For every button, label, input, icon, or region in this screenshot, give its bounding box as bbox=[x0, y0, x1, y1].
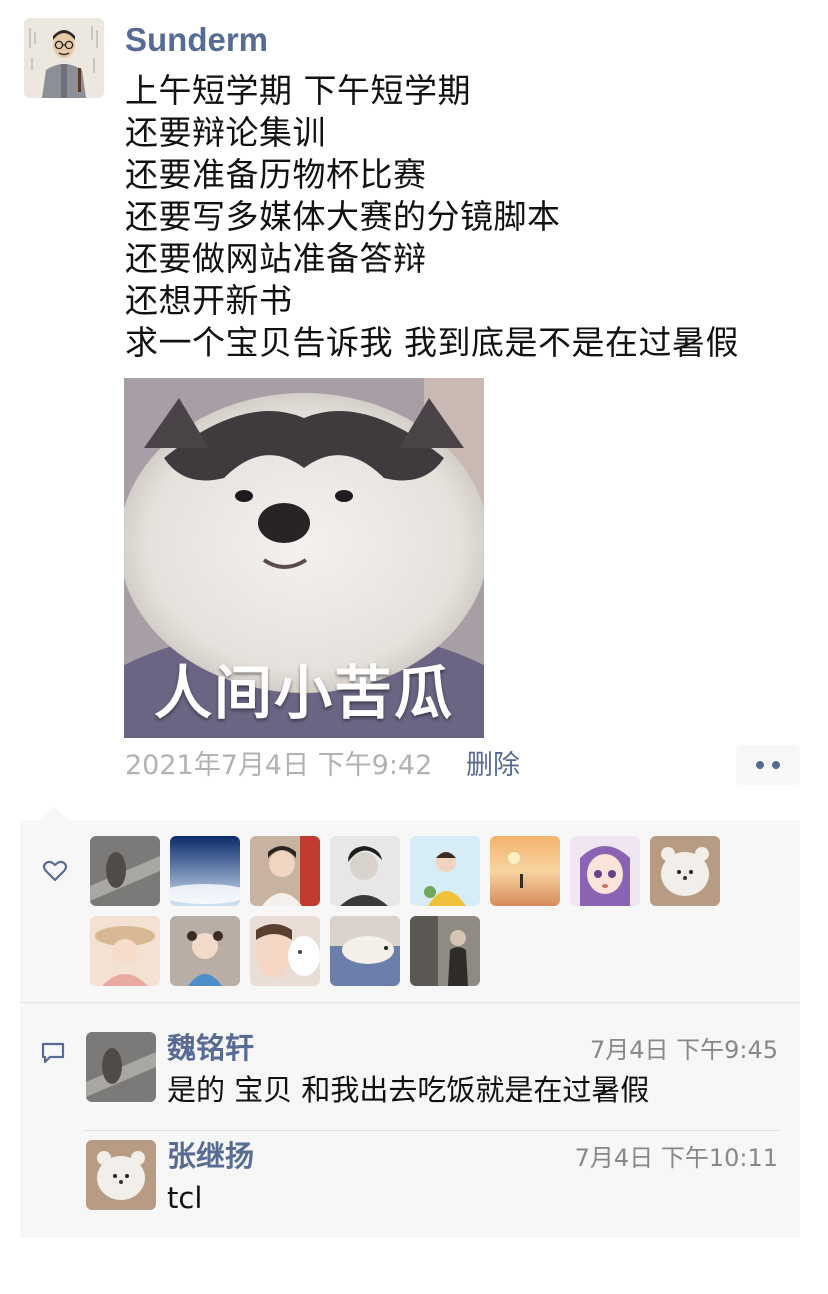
avatar-photo bbox=[410, 836, 480, 906]
commenter-avatar[interactable] bbox=[86, 1032, 156, 1102]
avatar-photo bbox=[170, 916, 240, 986]
dot-icon bbox=[772, 761, 780, 769]
more-actions-button[interactable] bbox=[736, 745, 800, 785]
avatar-photo bbox=[490, 836, 560, 906]
like-avatar[interactable] bbox=[410, 916, 480, 986]
like-avatar[interactable] bbox=[490, 836, 560, 906]
like-avatar[interactable] bbox=[250, 836, 320, 906]
commenter-avatar[interactable] bbox=[86, 1140, 156, 1210]
comment-divider bbox=[83, 1130, 780, 1131]
author-avatar-illustration bbox=[24, 18, 104, 98]
comment-time: 7月4日 下午9:45 bbox=[589, 1036, 778, 1064]
post-image[interactable]: 人间小苦瓜 bbox=[124, 378, 484, 738]
image-caption: 人间小苦瓜 bbox=[153, 659, 454, 727]
avatar-photo bbox=[250, 836, 320, 906]
comment-text[interactable]: 是的 宝贝 和我出去吃饭就是在过暑假 bbox=[167, 1070, 649, 1110]
avatar-photo bbox=[410, 916, 480, 986]
like-avatar[interactable] bbox=[410, 836, 480, 906]
heart-outline-icon bbox=[42, 860, 68, 882]
like-avatar[interactable] bbox=[170, 836, 240, 906]
comment-bubble-icon bbox=[41, 1042, 65, 1064]
post-line: 还要辩论集训 bbox=[125, 113, 326, 152]
post-line: 上午短学期 下午短学期 bbox=[125, 71, 471, 110]
avatar-photo bbox=[90, 836, 160, 906]
comment-time: 7月4日 下午10:11 bbox=[574, 1144, 778, 1172]
like-avatar[interactable] bbox=[330, 916, 400, 986]
author-avatar[interactable] bbox=[24, 18, 104, 98]
post-line: 还要准备历物杯比赛 bbox=[125, 155, 427, 194]
interactions-panel: 魏铭轩 7月4日 下午9:45 是的 宝贝 和我出去吃饭就是在过暑假 张继扬 7… bbox=[20, 820, 800, 1238]
avatar-photo bbox=[86, 1140, 156, 1210]
delete-button[interactable]: 删除 bbox=[466, 748, 520, 784]
dot-icon bbox=[756, 761, 764, 769]
post-line: 还要做网站准备答辩 bbox=[125, 239, 427, 278]
like-avatar[interactable] bbox=[650, 836, 720, 906]
avatar-photo bbox=[86, 1032, 156, 1102]
like-avatar[interactable] bbox=[90, 836, 160, 906]
like-avatar[interactable] bbox=[570, 836, 640, 906]
panel-pointer bbox=[40, 806, 68, 820]
avatar-photo bbox=[650, 836, 720, 906]
post-timestamp: 2021年7月4日 下午9:42 bbox=[125, 750, 433, 781]
post-line: 还想开新书 bbox=[125, 281, 293, 320]
post-line: 求一个宝贝告诉我 我到底是不是在过暑假 bbox=[125, 323, 739, 362]
panel-divider bbox=[20, 1002, 800, 1003]
commenter-name[interactable]: 张继扬 bbox=[167, 1138, 254, 1174]
like-avatar[interactable] bbox=[170, 916, 240, 986]
author-name[interactable]: Sunderm bbox=[125, 18, 268, 62]
like-avatar[interactable] bbox=[330, 836, 400, 906]
avatar-photo bbox=[90, 916, 160, 986]
avatar-photo bbox=[570, 836, 640, 906]
avatar-photo bbox=[170, 836, 240, 906]
avatar-photo bbox=[330, 916, 400, 986]
avatar-photo bbox=[250, 916, 320, 986]
commenter-name[interactable]: 魏铭轩 bbox=[167, 1030, 254, 1066]
post-text: 上午短学期 下午短学期 还要辩论集训 还要准备历物杯比赛 还要写多媒体大赛的分镜… bbox=[125, 70, 739, 364]
like-avatar[interactable] bbox=[90, 916, 160, 986]
avatar-photo bbox=[330, 836, 400, 906]
like-avatar[interactable] bbox=[250, 916, 320, 986]
comment-text[interactable]: tcl bbox=[167, 1178, 202, 1218]
post-line: 还要写多媒体大赛的分镜脚本 bbox=[125, 197, 561, 236]
